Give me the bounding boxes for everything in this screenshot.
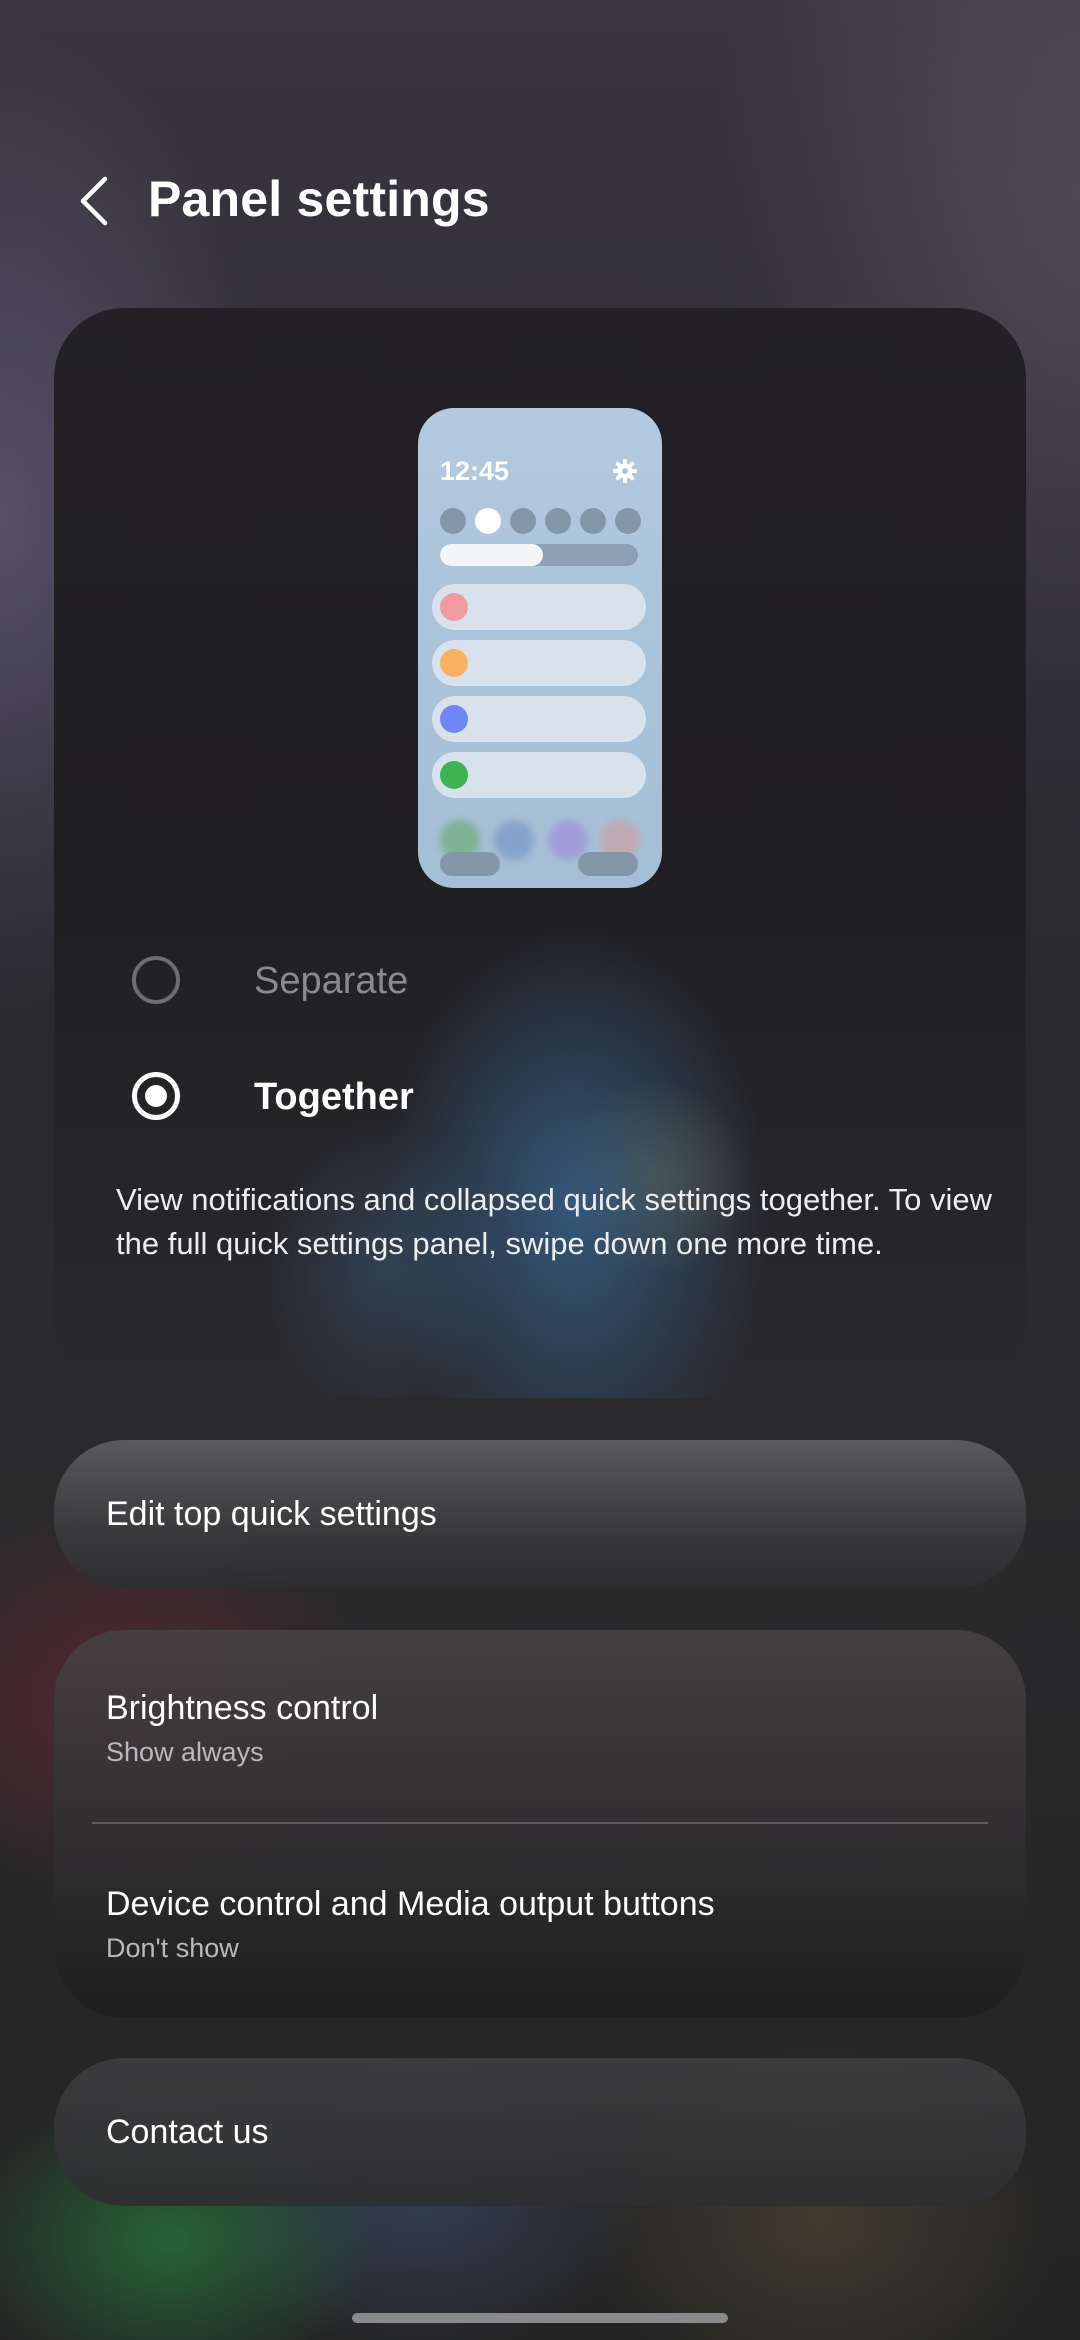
contact-us-label: Contact us: [106, 2113, 269, 2151]
panel-preview-image: 12:45: [418, 408, 662, 888]
option-together-label: Together: [254, 1076, 414, 1118]
preview-pill: [440, 852, 500, 876]
preview-notification-row: [432, 640, 646, 686]
brightness-control-item[interactable]: Brightness control Show always: [54, 1630, 1026, 1822]
preview-notification-dot: [440, 705, 468, 733]
preview-toggle-dot: [510, 508, 536, 534]
preview-brightness-slider: [440, 544, 638, 566]
contact-us-item[interactable]: Contact us: [54, 2058, 1026, 2206]
preview-brightness-fill: [440, 544, 543, 566]
chevron-left-icon: [80, 176, 108, 226]
option-separate-label: Separate: [254, 960, 409, 1002]
preview-notification-dot: [440, 593, 468, 621]
brightness-control-value: Show always: [106, 1737, 264, 1767]
home-indicator[interactable]: [352, 2313, 728, 2323]
page-title: Panel settings: [148, 171, 490, 227]
device-control-title: Device control and Media output buttons: [106, 1885, 715, 1923]
preview-quick-toggles: [440, 508, 646, 534]
device-control-item[interactable]: Device control and Media output buttons …: [54, 1824, 1026, 2018]
preview-bottom-area: [432, 818, 646, 878]
panel-mode-card: 12:45 Separate Together View notificatio…: [54, 308, 1026, 1398]
option-description: View notifications and collapsed quick s…: [116, 1182, 992, 1261]
preview-blob: [494, 820, 534, 860]
preview-toggle-dot: [545, 508, 571, 534]
gear-icon: [613, 459, 637, 483]
edit-top-quick-settings-item[interactable]: Edit top quick settings: [54, 1440, 1026, 1588]
option-separate[interactable]: Separate: [54, 936, 1026, 1026]
option-together[interactable]: Together: [54, 1052, 1026, 1142]
preview-notification-row: [432, 752, 646, 798]
preview-notification-dot: [440, 649, 468, 677]
brightness-control-title: Brightness control: [106, 1689, 379, 1727]
preview-notification-row: [432, 584, 646, 630]
app-header: Panel settings: [0, 150, 1080, 250]
edit-top-quick-settings-label: Edit top quick settings: [106, 1495, 437, 1533]
preview-toggle-dot: [440, 508, 466, 534]
radio-button-separate[interactable]: [132, 956, 180, 1004]
preview-notification-row: [432, 696, 646, 742]
device-control-value: Don't show: [106, 1933, 239, 1963]
preview-time: 12:45: [440, 456, 510, 486]
radio-button-together[interactable]: [132, 1072, 180, 1120]
preview-toggle-dot: [475, 508, 501, 534]
back-button[interactable]: [62, 168, 128, 234]
preview-pill: [578, 852, 638, 876]
preview-toggle-dot: [615, 508, 641, 534]
preview-toggle-dot: [580, 508, 606, 534]
preview-notification-dot: [440, 761, 468, 789]
settings-group: Brightness control Show always Device co…: [54, 1630, 1026, 2018]
